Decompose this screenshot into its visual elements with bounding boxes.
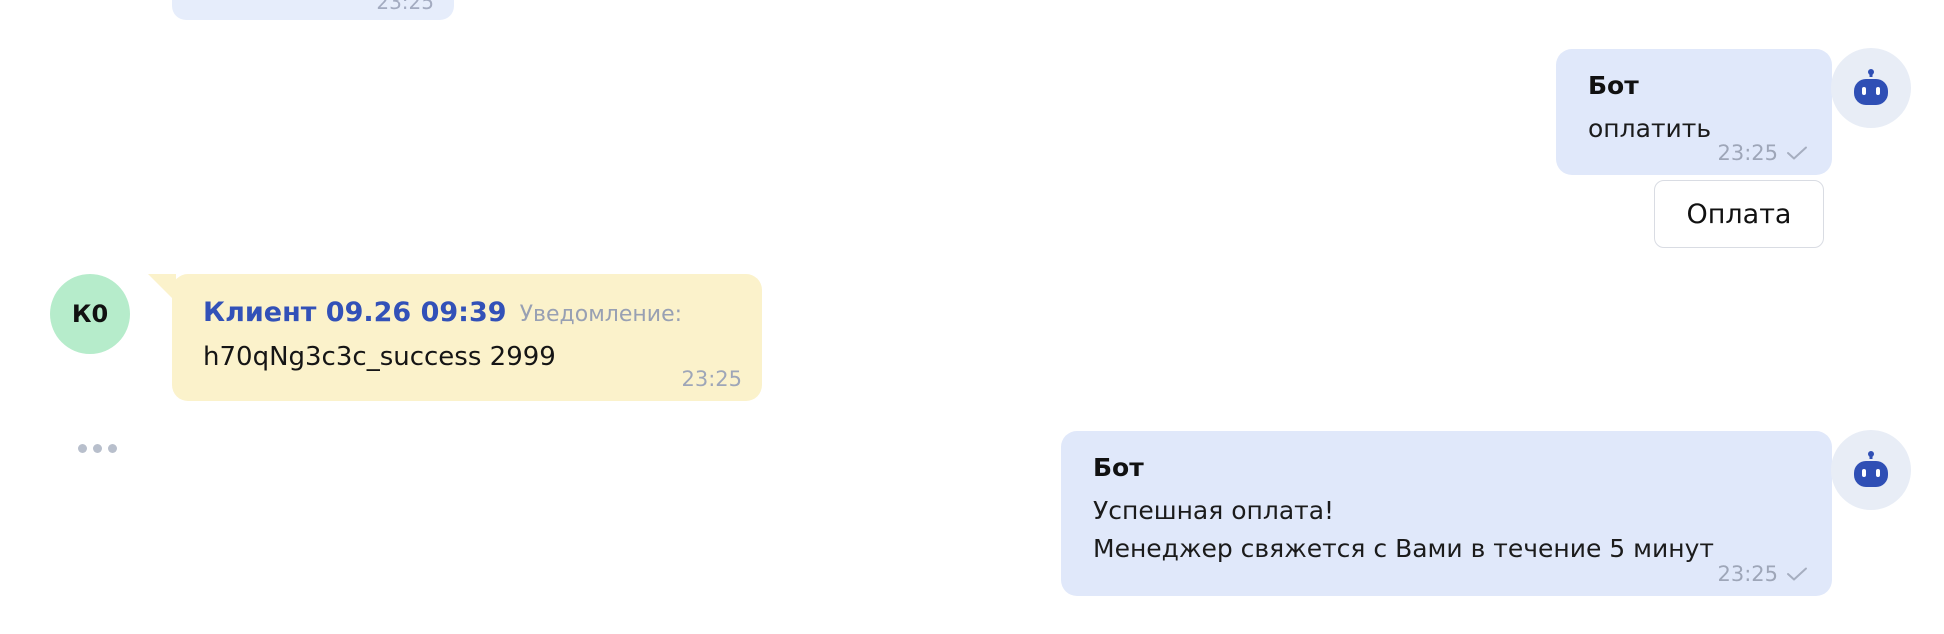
avatar-initials: К0	[71, 300, 109, 328]
bot-avatar	[1831, 430, 1911, 510]
previous-message-bubble: 23:25	[172, 0, 454, 20]
message-meta: 23:25	[1717, 141, 1808, 165]
message-text: оплатить	[1588, 114, 1712, 143]
client-message-bubble: Клиент 09.26 09:39 Уведомление: h70qNg3c…	[172, 274, 762, 401]
bot-avatar	[1831, 48, 1911, 128]
message-time: 23:25	[1717, 562, 1778, 586]
bot-message-bubble: Бот Успешная оплата! Менеджер свяжется с…	[1061, 431, 1832, 596]
message-time: 23:25	[1717, 141, 1778, 165]
message-text: h70qNg3c3c_success 2999	[203, 342, 556, 372]
robot-icon	[1854, 69, 1888, 105]
notification-label: Уведомление:	[519, 302, 683, 327]
message-time: 23:25	[681, 367, 742, 391]
message-text: Менеджер свяжется с Вами в течение 5 мин…	[1093, 534, 1714, 563]
message-meta: 23:25	[1717, 562, 1808, 586]
bot-message-bubble: Бот оплатить 23:25	[1556, 49, 1832, 175]
sender-name: Бот	[1093, 453, 1144, 482]
check-icon	[1787, 146, 1807, 160]
client-avatar: К0	[50, 274, 130, 354]
client-name-link[interactable]: Клиент 09.26 09:39	[203, 297, 507, 328]
typing-dots-icon	[78, 444, 117, 453]
sender-name: Бот	[1588, 71, 1639, 100]
message-header: Клиент 09.26 09:39 Уведомление:	[203, 297, 682, 328]
robot-icon	[1854, 451, 1888, 487]
message-time: 23:25	[376, 0, 434, 14]
message-text: Успешная оплата!	[1093, 496, 1335, 525]
check-icon	[1787, 567, 1807, 581]
pay-button[interactable]: Оплата	[1654, 180, 1824, 248]
